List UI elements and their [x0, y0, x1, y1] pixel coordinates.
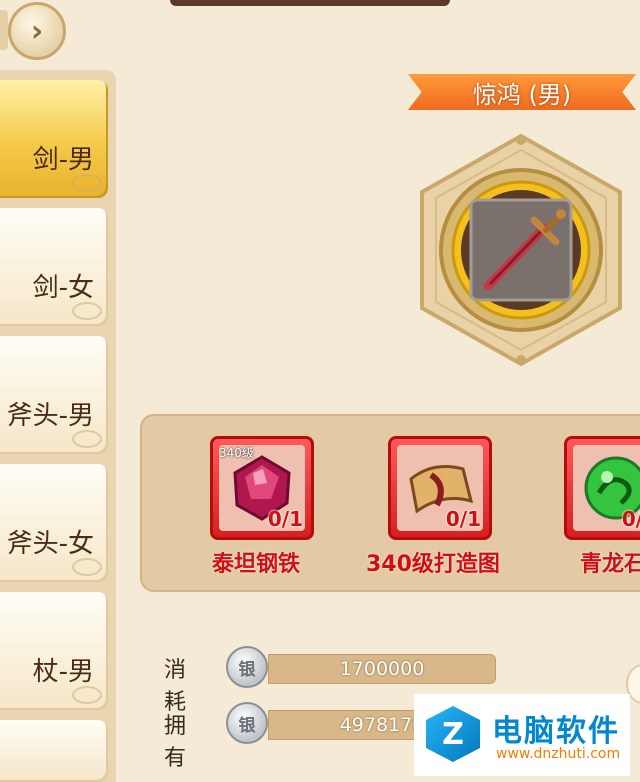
weapon-title: 惊鸿 (男)	[472, 80, 572, 109]
top-dark-bar	[170, 0, 450, 6]
cloud-swirl-icon	[72, 174, 102, 192]
material-name: 340级打造图	[366, 552, 500, 577]
material-count: 0/1	[445, 507, 481, 531]
tab-sword-male[interactable]: 剑-男	[0, 80, 108, 198]
consume-label: 消耗	[164, 658, 187, 715]
watermark-url: www.dnzhuti.com	[496, 746, 621, 762]
silver-coin-icon: 银	[226, 646, 268, 688]
tab-label: 剑-男	[32, 145, 94, 175]
coin-glyph: 银	[238, 715, 256, 736]
tab-staff-male[interactable]: 杖-男	[0, 592, 108, 710]
tab-label: 斧头-女	[6, 529, 94, 559]
material-count: 0/1	[267, 507, 303, 531]
tab-label: 剑-女	[32, 273, 94, 303]
chevron-right-icon: ›	[30, 13, 44, 49]
weapon-title-banner: 惊鸿 (男)	[408, 74, 636, 110]
own-label: 拥有	[164, 714, 187, 771]
cloud-swirl-icon	[72, 686, 102, 704]
material-count: 0/1	[621, 507, 640, 531]
materials-panel: 340级 0/1 泰坦钢铁 0/1 340级打造图 0/1 青龙石	[140, 414, 640, 592]
level-tag: 340级	[219, 446, 254, 460]
tab-label: 斧头-男	[6, 401, 94, 431]
material-slot-titan-steel[interactable]: 340级 0/1	[210, 436, 314, 540]
cloud-swirl-icon	[72, 558, 102, 576]
material-name: 青龙石	[580, 552, 640, 577]
material-slot-forge-scroll[interactable]: 0/1	[388, 436, 492, 540]
consume-value: 1700000	[268, 654, 496, 684]
material-name: 泰坦钢铁	[212, 552, 301, 577]
tab-partial[interactable]	[0, 720, 108, 782]
left-edge-tab	[0, 10, 8, 50]
tab-label: 杖-男	[32, 657, 94, 687]
material-slot-dragon-stone[interactable]: 0/1	[564, 436, 640, 540]
weapon-emblem[interactable]	[416, 132, 626, 368]
weapon-sidebar: 剑-男 剑-女 斧头-男 斧头-女 杖-男	[0, 70, 116, 782]
silver-coin-icon: 银	[226, 702, 268, 744]
watermark-logo-icon: Z	[426, 706, 480, 762]
tab-sword-female[interactable]: 剑-女	[0, 208, 108, 326]
cloud-swirl-icon	[72, 302, 102, 320]
tab-axe-female[interactable]: 斧头-女	[0, 464, 108, 582]
tab-axe-male[interactable]: 斧头-男	[0, 336, 108, 454]
cloud-swirl-icon	[72, 430, 102, 448]
next-arrow-button[interactable]: ›	[8, 2, 66, 60]
watermark: Z 电脑软件 www.dnzhuti.com	[414, 694, 630, 776]
coin-glyph: 银	[238, 659, 256, 680]
watermark-title: 电脑软件	[492, 714, 620, 749]
